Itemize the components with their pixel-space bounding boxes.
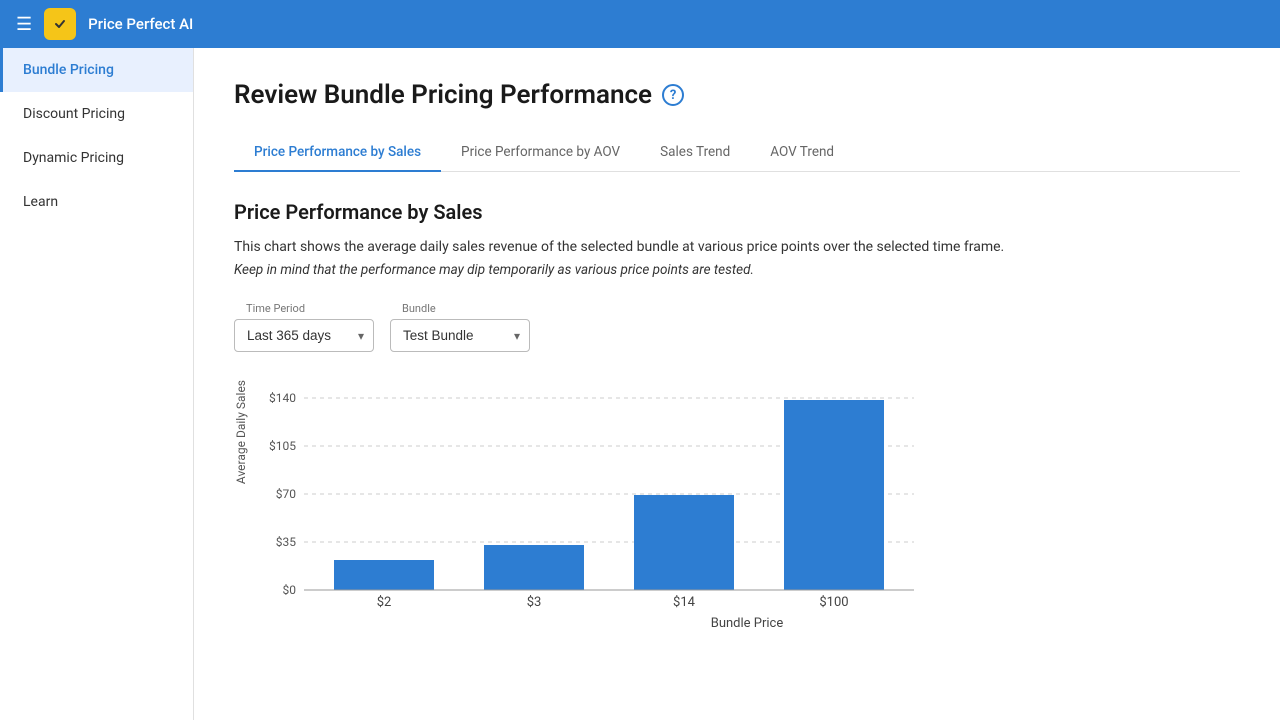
filter-row: Time Period Last 365 days Last 90 days L… [234, 302, 1240, 352]
sidebar-item-discount-pricing[interactable]: Discount Pricing [0, 92, 193, 136]
bar-chart: $0 $35 $70 $105 $140 $2 $3 $14 [254, 380, 934, 610]
main-content: Review Bundle Pricing Performance ? Pric… [194, 48, 1280, 720]
logo-icon [44, 8, 76, 40]
time-period-filter: Time Period Last 365 days Last 90 days L… [234, 302, 374, 352]
x-axis-label: Bundle Price [254, 616, 1240, 631]
y-axis-label: Average Daily Sales [234, 380, 248, 484]
svg-text:$0: $0 [283, 583, 297, 597]
tab-price-performance-by-aov[interactable]: Price Performance by AOV [441, 134, 640, 172]
bundle-select[interactable]: Test Bundle [390, 319, 530, 352]
chart-description: This chart shows the average daily sales… [234, 236, 1240, 258]
svg-text:$35: $35 [276, 535, 296, 549]
chart-inner: $0 $35 $70 $105 $140 $2 $3 $14 [254, 380, 1240, 631]
chart-area: Average Daily Sales $0 $35 $70 $105 [234, 380, 1240, 631]
svg-text:$105: $105 [269, 439, 296, 453]
bar-3 [484, 545, 584, 590]
page-title: Review Bundle Pricing Performance [234, 80, 652, 110]
sidebar-item-dynamic-pricing[interactable]: Dynamic Pricing [0, 136, 193, 180]
bar-100 [784, 400, 884, 590]
svg-text:$140: $140 [269, 391, 296, 405]
tab-sales-trend[interactable]: Sales Trend [640, 134, 750, 172]
bundle-filter: Bundle Test Bundle [390, 302, 530, 352]
help-icon[interactable]: ? [662, 84, 684, 106]
section-title: Price Performance by Sales [234, 200, 1240, 224]
main-layout: Bundle Pricing Discount Pricing Dynamic … [0, 48, 1280, 720]
bar-14 [634, 495, 734, 590]
svg-text:$3: $3 [527, 595, 542, 610]
tab-bar: Price Performance by Sales Price Perform… [234, 134, 1240, 172]
sidebar-item-learn[interactable]: Learn [0, 180, 193, 224]
tab-aov-trend[interactable]: AOV Trend [750, 134, 854, 172]
svg-text:$70: $70 [276, 487, 296, 501]
time-period-label: Time Period [234, 302, 374, 315]
menu-icon[interactable]: ☰ [16, 14, 32, 35]
bar-2 [334, 560, 434, 590]
app-title: Price Perfect AI [88, 15, 193, 33]
bundle-select-wrapper: Test Bundle [390, 319, 530, 352]
bundle-label: Bundle [390, 302, 530, 315]
tab-price-performance-by-sales[interactable]: Price Performance by Sales [234, 134, 441, 172]
sidebar: Bundle Pricing Discount Pricing Dynamic … [0, 48, 194, 720]
svg-text:$100: $100 [819, 595, 848, 610]
svg-text:$14: $14 [673, 595, 696, 610]
chart-note: Keep in mind that the performance may di… [234, 262, 1240, 278]
page-title-group: Review Bundle Pricing Performance ? [234, 80, 1240, 110]
time-period-select[interactable]: Last 365 days Last 90 days Last 30 days [234, 319, 374, 352]
app-header: ☰ Price Perfect AI [0, 0, 1280, 48]
svg-text:$2: $2 [377, 595, 392, 610]
sidebar-item-bundle-pricing[interactable]: Bundle Pricing [0, 48, 193, 92]
time-period-select-wrapper: Last 365 days Last 90 days Last 30 days [234, 319, 374, 352]
